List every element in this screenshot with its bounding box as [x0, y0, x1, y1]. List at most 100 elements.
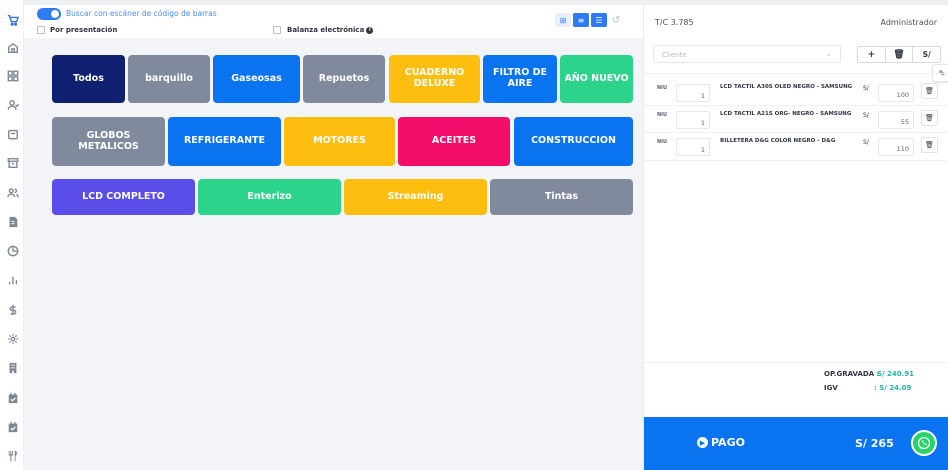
scanner-toggle[interactable] [37, 8, 61, 20]
archive-icon[interactable] [6, 156, 19, 169]
category-tile-lcd-completo[interactable]: LCD COMPLETO [52, 179, 195, 215]
cart-item-qty[interactable]: 1 [676, 84, 710, 102]
currency-button[interactable]: S/ [913, 47, 940, 62]
view-switcher: ⊞ ≡ ☰ ↺ [555, 13, 623, 27]
category-tile-motores[interactable]: MOTORES [284, 117, 395, 166]
scale-checkbox[interactable] [273, 26, 281, 34]
building-icon[interactable] [6, 361, 19, 374]
divider [644, 105, 948, 106]
home-icon[interactable] [6, 41, 19, 54]
client-placeholder: Cliente [662, 51, 687, 59]
category-tile-tintas[interactable]: Tintas [490, 179, 633, 215]
gravada-value: S/ 240.91 [877, 370, 915, 378]
client-select[interactable]: Cliente ⌄ [653, 45, 841, 63]
cart-item-unit: NIU [657, 112, 668, 118]
trash-icon: 🗑 [893, 49, 905, 60]
gravada-label: OP.GRAVADA : [824, 370, 880, 378]
grid-icon[interactable] [6, 69, 19, 82]
bag-icon[interactable] [6, 127, 19, 140]
category-tile-filtro-de-aire[interactable]: FILTRO DE AIRE [483, 55, 557, 103]
cart-item: NIU 1 BILLETERA D&G COLOR NEGRO - D&G S/… [644, 135, 948, 159]
whatsapp-icon [917, 436, 931, 450]
category-tile-refrigerante[interactable]: REFRIGERANTE [168, 117, 281, 166]
category-tile-ano-nuevo[interactable]: AÑO NUEVO [560, 55, 633, 103]
arrow-right-icon: ▶ [697, 437, 708, 448]
category-tile-label: CUADERNO DELUXE [404, 67, 465, 89]
pay-button[interactable]: ▶ PAGO [697, 436, 745, 449]
category-tile-label: barquillo [145, 72, 193, 84]
cart-item-unit: NIU [657, 139, 668, 145]
cart-item-qty[interactable]: 1 [676, 138, 710, 156]
category-tile-globos-metalicos[interactable]: GLOBOS METALICOS [52, 117, 165, 166]
pay-label: PAGO [711, 436, 745, 449]
category-tile-construccion[interactable]: CONSTRUCCION [514, 117, 633, 166]
category-tile-barquillo[interactable]: barquillo [128, 55, 210, 103]
cart-item: NIU 1 LCD TACTIL A21S ORG- NEGRO - SAMSU… [644, 108, 948, 132]
category-tile-aceites[interactable]: ACEITES [398, 117, 510, 166]
divider [644, 73, 948, 74]
category-tile-enterizo[interactable]: Enterizo [198, 179, 341, 215]
igv-label: IGV [824, 384, 838, 392]
cart-icon[interactable] [6, 13, 19, 26]
bar-chart-icon[interactable] [6, 273, 19, 286]
cart-item-qty[interactable]: 1 [676, 111, 710, 129]
cart-item-delete-button[interactable]: 🗑 [921, 137, 938, 153]
list-view-icon: ≡ [577, 15, 585, 25]
category-tile-label: ACEITES [431, 135, 477, 147]
currency-label: S/ [922, 50, 931, 59]
scale-label-wrap: Balanza electrónica i [287, 26, 374, 34]
category-tile-label: LCD COMPLETO [82, 190, 165, 202]
category-tile-label: Enterizo [247, 190, 292, 202]
calendar-check-icon[interactable] [6, 420, 19, 433]
whatsapp-button[interactable] [911, 430, 937, 456]
scanner-label: Buscar con escáner de código de barras [66, 9, 217, 18]
document-icon[interactable] [6, 215, 19, 228]
main-area: Buscar con escáner de código de barras P… [24, 5, 643, 470]
view-detail-button[interactable]: ☰ [591, 13, 607, 27]
add-client-button[interactable]: + [858, 47, 886, 62]
pay-bar[interactable]: ▶ PAGO S/ 265 [644, 417, 948, 470]
cart-item-currency: S/ [863, 112, 869, 119]
cart-item-price[interactable]: 55 [878, 111, 914, 129]
dollar-icon[interactable] [6, 303, 19, 316]
view-grid-button[interactable]: ⊞ [555, 13, 571, 27]
cart-item-price[interactable]: 110 [878, 138, 914, 156]
category-tile-cuaderno-deluxe[interactable]: CUADERNO DELUXE [389, 55, 480, 103]
cart-item: NIU 1 LCD TACTIL A30S OLED NEGRO - SAMSU… [644, 81, 948, 105]
info-icon: i [366, 26, 374, 34]
chevron-down-icon: ⌄ [825, 49, 832, 58]
category-tile-label: Repuetos [318, 72, 370, 84]
presentation-checkbox[interactable] [37, 26, 45, 34]
cart-item-currency: S/ [863, 139, 869, 146]
cart-item-currency: S/ [863, 85, 869, 92]
undo-icon: ↺ [611, 14, 621, 26]
category-tile-streaming[interactable]: Streaming [344, 179, 487, 215]
user-name: Administrador [880, 18, 937, 27]
trash-icon: 🗑 [925, 87, 934, 95]
cart-item-name: LCD TACTIL A30S OLED NEGRO - SAMSUNG [720, 84, 853, 90]
user-check-icon[interactable] [6, 98, 19, 111]
pos-app: Buscar con escáner de código de barras P… [0, 0, 948, 470]
calendar-check-icon[interactable] [6, 391, 19, 404]
category-tile-todos[interactable]: Todos [52, 55, 125, 103]
plus-icon: + [867, 49, 876, 60]
cart-item-delete-button[interactable]: 🗑 [921, 83, 938, 99]
utensils-icon[interactable] [6, 449, 19, 462]
pie-chart-icon[interactable] [6, 244, 19, 257]
view-list-button[interactable]: ≡ [573, 13, 589, 27]
category-tile-label: CONSTRUCCION [531, 135, 616, 147]
cart-item-price[interactable]: 100 [878, 84, 914, 102]
delete-client-button[interactable]: 🗑 [886, 47, 914, 62]
reset-button[interactable]: ↺ [609, 13, 623, 27]
divider [644, 160, 948, 161]
users-icon[interactable] [6, 186, 19, 199]
settings-icon[interactable] [6, 332, 19, 345]
cart-item-delete-button[interactable]: 🗑 [921, 110, 938, 126]
category-tile-repuetos[interactable]: Repuetos [303, 55, 385, 103]
scale-label: Balanza electrónica [287, 26, 365, 34]
detail-view-icon: ☰ [595, 15, 603, 25]
category-tile-gaseosas[interactable]: Gaseosas [213, 55, 300, 103]
pay-total: S/ 265 [855, 437, 894, 450]
category-tile-label: REFRIGERANTE [183, 135, 266, 147]
cart-item-unit: NIU [657, 85, 668, 91]
